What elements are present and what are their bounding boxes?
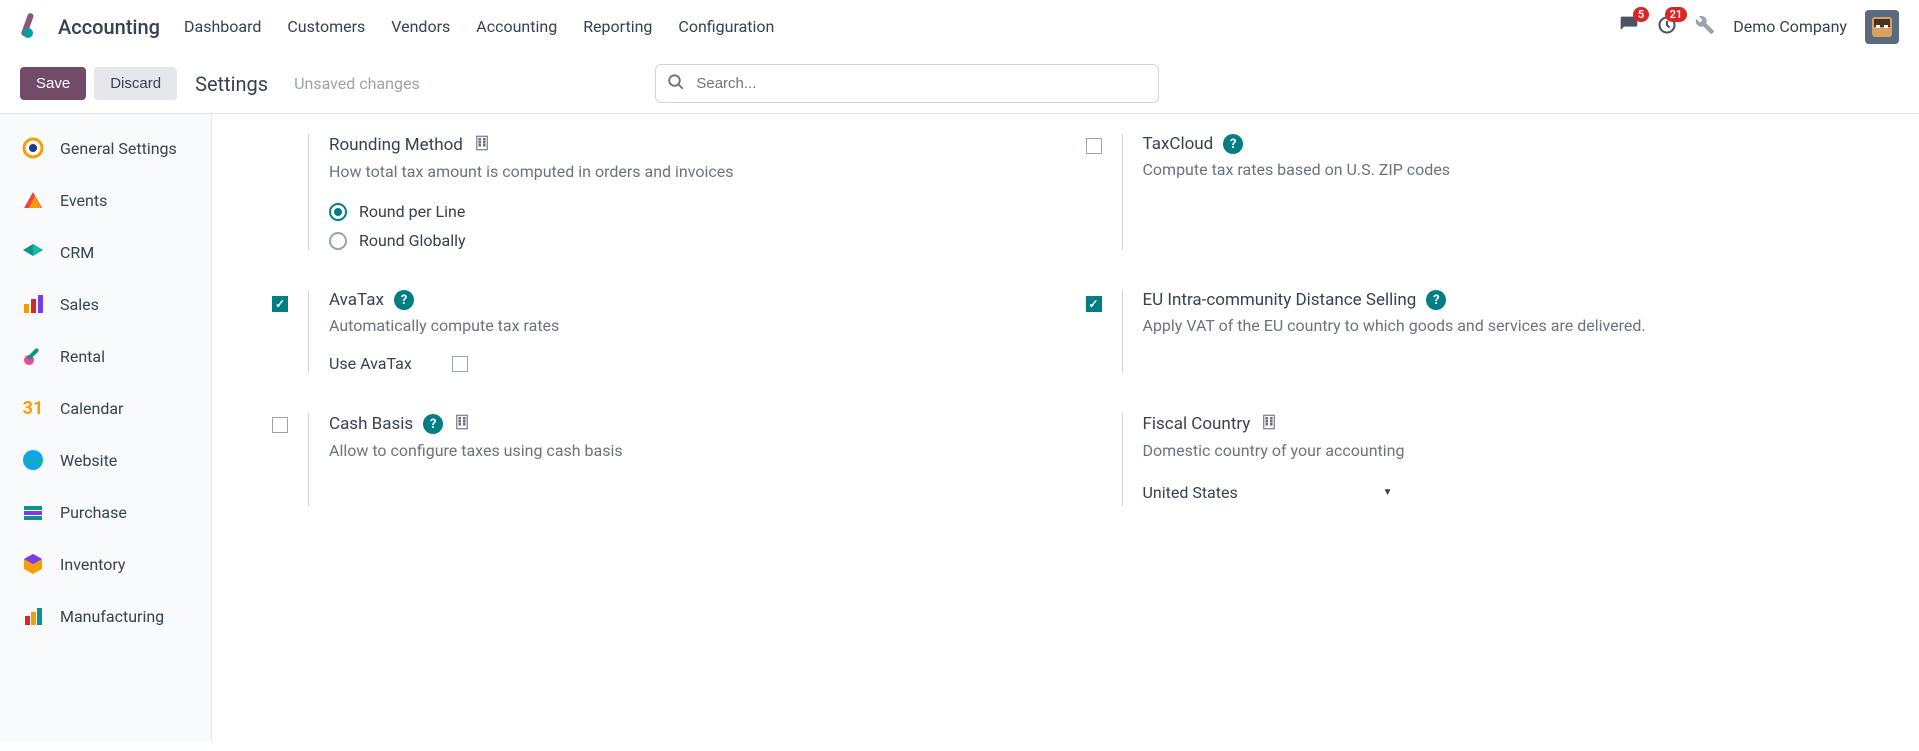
radio-round-per-line[interactable]: Round per Line <box>329 202 1046 221</box>
activities-badge: 21 <box>1665 7 1688 22</box>
inventory-icon <box>20 551 46 577</box>
gear-icon <box>20 135 46 161</box>
nav-customers[interactable]: Customers <box>287 17 365 36</box>
sidebar-item-rental[interactable]: Rental <box>0 330 211 382</box>
setting-eu-distance: EU Intra-community Distance Selling ? Ap… <box>1086 290 1860 373</box>
sidebar-item-events[interactable]: Events <box>0 174 211 226</box>
building-icon <box>453 413 471 435</box>
save-button[interactable]: Save <box>20 67 86 100</box>
setting-title: Rounding Method <box>329 135 463 155</box>
help-icon[interactable]: ? <box>394 290 414 310</box>
sidebar-label: General Settings <box>60 139 177 158</box>
messages-icon[interactable]: 5 <box>1619 15 1639 39</box>
sidebar-item-sales[interactable]: Sales <box>0 278 211 330</box>
app-logo-icon[interactable] <box>20 13 48 41</box>
sidebar-label: Purchase <box>60 503 127 522</box>
manufacturing-icon <box>20 603 46 629</box>
sidebar-item-website[interactable]: Website <box>0 434 211 486</box>
sidebar-label: Events <box>60 191 107 210</box>
setting-title: Fiscal Country <box>1143 414 1251 434</box>
search-icon <box>667 73 685 95</box>
sidebar-label: Sales <box>60 295 99 314</box>
activities-icon[interactable]: 21 <box>1657 15 1677 39</box>
user-avatar[interactable] <box>1865 10 1899 44</box>
search-input[interactable] <box>655 64 1159 103</box>
setting-cash-basis: Cash Basis ? Allow to configure taxes us… <box>272 413 1046 506</box>
sidebar-label: CRM <box>60 243 94 262</box>
messages-badge: 5 <box>1633 7 1649 22</box>
setting-desc: Domestic country of your accounting <box>1143 439 1860 463</box>
settings-content: Rounding Method How total tax amount is … <box>212 114 1919 741</box>
fiscal-country-select[interactable]: United States ▼ <box>1143 479 1393 506</box>
nav-accounting[interactable]: Accounting <box>476 17 557 36</box>
top-nav: Accounting Dashboard Customers Vendors A… <box>0 0 1919 54</box>
sidebar-label: Rental <box>60 347 105 366</box>
search-wrap <box>655 64 1159 103</box>
nav-menu: Dashboard Customers Vendors Accounting R… <box>184 17 774 36</box>
setting-desc: Apply VAT of the EU country to which goo… <box>1143 314 1860 338</box>
setting-avatax: AvaTax ? Automatically compute tax rates… <box>272 290 1046 373</box>
radio-label: Round Globally <box>359 231 466 250</box>
website-icon <box>20 447 46 473</box>
events-icon <box>20 187 46 213</box>
building-icon <box>473 134 491 156</box>
building-icon <box>1260 413 1278 435</box>
sidebar-item-purchase[interactable]: Purchase <box>0 486 211 538</box>
help-icon[interactable]: ? <box>1223 134 1243 154</box>
nav-vendors[interactable]: Vendors <box>391 17 450 36</box>
app-title[interactable]: Accounting <box>58 15 160 39</box>
settings-sidebar: General Settings Events CRM Sales Rental… <box>0 114 212 741</box>
sidebar-label: Inventory <box>60 555 126 574</box>
discard-button[interactable]: Discard <box>94 67 177 100</box>
setting-title: TaxCloud <box>1143 134 1214 154</box>
help-icon[interactable]: ? <box>1426 290 1446 310</box>
setting-desc: Allow to configure taxes using cash basi… <box>329 439 1046 463</box>
nav-configuration[interactable]: Configuration <box>678 17 774 36</box>
setting-taxcloud: TaxCloud ? Compute tax rates based on U.… <box>1086 134 1860 250</box>
setting-desc: How total tax amount is computed in orde… <box>329 160 1046 184</box>
taxcloud-checkbox[interactable] <box>1086 138 1102 154</box>
sidebar-item-crm[interactable]: CRM <box>0 226 211 278</box>
radio-icon <box>329 232 347 250</box>
help-icon[interactable]: ? <box>423 414 443 434</box>
cashbasis-checkbox[interactable] <box>272 417 288 433</box>
sidebar-item-general[interactable]: General Settings <box>0 122 211 174</box>
purchase-icon <box>20 499 46 525</box>
radio-icon <box>329 203 347 221</box>
sidebar-label: Website <box>60 451 117 470</box>
sidebar-label: Calendar <box>60 399 123 418</box>
chevron-down-icon: ▼ <box>1383 487 1393 498</box>
use-avatax-label: Use AvaTax <box>329 354 412 373</box>
setting-title: EU Intra-community Distance Selling <box>1143 290 1417 310</box>
setting-desc: Compute tax rates based on U.S. ZIP code… <box>1143 158 1860 182</box>
sales-icon <box>20 291 46 317</box>
rental-icon <box>20 343 46 369</box>
nav-dashboard[interactable]: Dashboard <box>184 17 261 36</box>
sidebar-item-calendar[interactable]: 31 Calendar <box>0 382 211 434</box>
unsaved-label: Unsaved changes <box>294 74 420 93</box>
sidebar-label: Manufacturing <box>60 607 164 626</box>
setting-desc: Automatically compute tax rates <box>329 314 1046 338</box>
use-avatax-checkbox[interactable] <box>452 356 468 372</box>
company-switcher[interactable]: Demo Company <box>1733 17 1847 36</box>
radio-label: Round per Line <box>359 202 465 221</box>
setting-title: AvaTax <box>329 290 384 310</box>
crm-icon <box>20 239 46 265</box>
calendar-icon: 31 <box>20 395 46 421</box>
tools-icon[interactable] <box>1695 15 1715 39</box>
eu-checkbox[interactable] <box>1086 296 1102 312</box>
radio-round-globally[interactable]: Round Globally <box>329 231 1046 250</box>
setting-rounding: Rounding Method How total tax amount is … <box>272 134 1046 250</box>
sidebar-item-inventory[interactable]: Inventory <box>0 538 211 590</box>
avatax-checkbox[interactable] <box>272 296 288 312</box>
select-value: United States <box>1143 483 1238 502</box>
setting-fiscal-country: Fiscal Country Domestic country of your … <box>1086 413 1860 506</box>
setting-title: Cash Basis <box>329 414 413 434</box>
nav-reporting[interactable]: Reporting <box>583 17 652 36</box>
control-panel: Save Discard Settings Unsaved changes <box>0 54 1919 114</box>
breadcrumb: Settings <box>195 72 268 96</box>
sidebar-item-manufacturing[interactable]: Manufacturing <box>0 590 211 642</box>
